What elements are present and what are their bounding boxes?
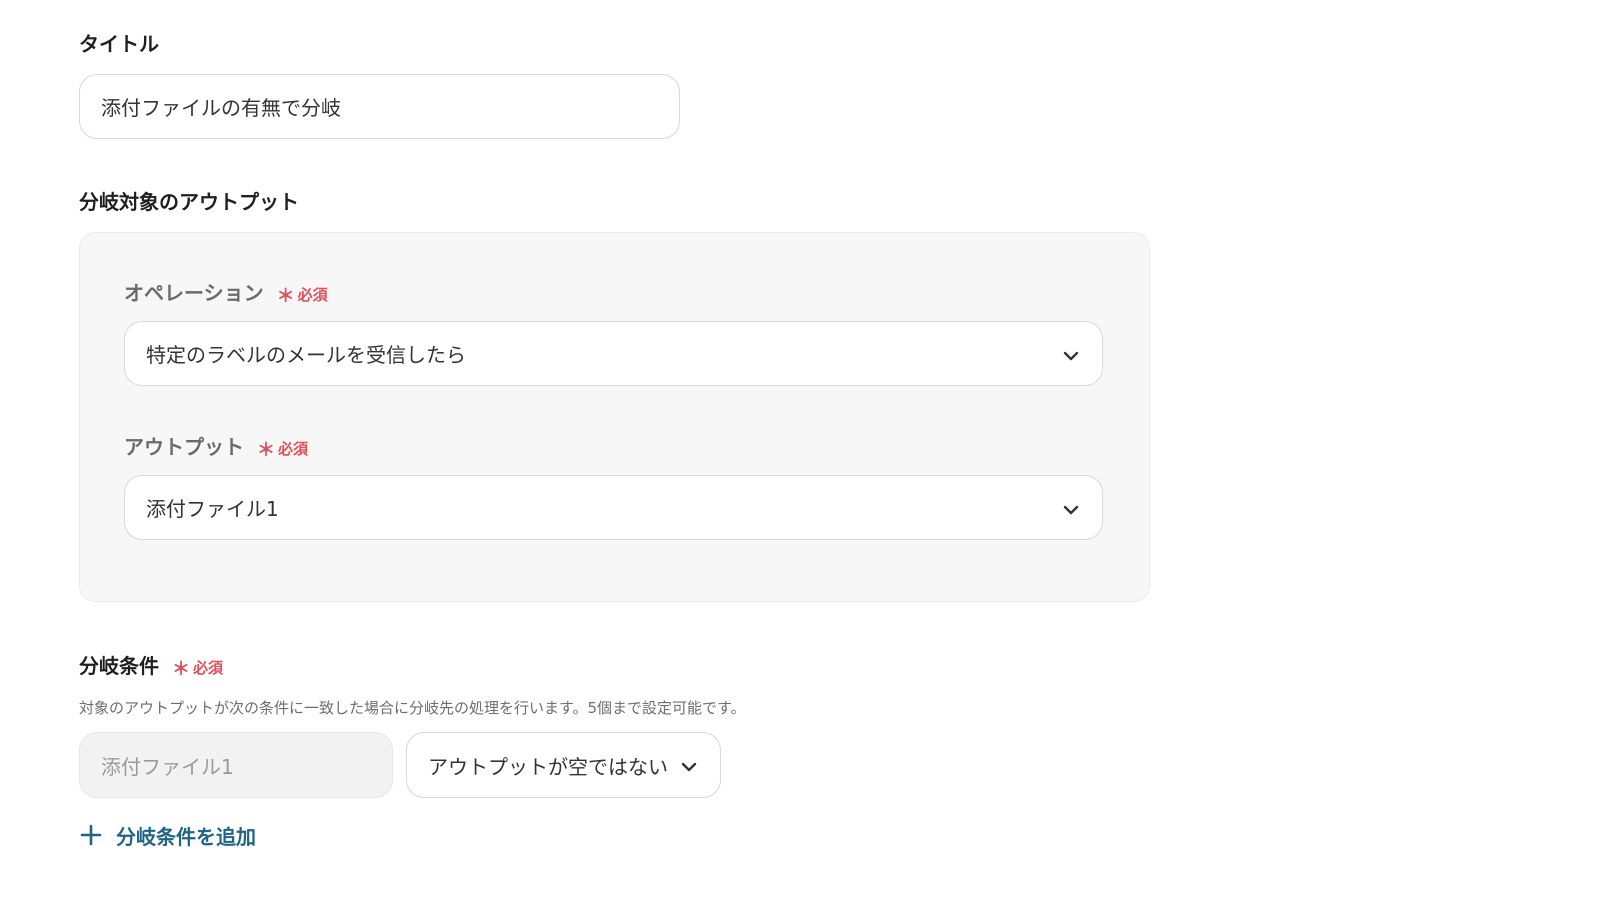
- branch-conditions-description: 対象のアウトプットが次の条件に一致した場合に分岐先の処理を行います。5個まで設定…: [79, 699, 746, 717]
- title-input[interactable]: 添付ファイルの有無で分岐: [79, 74, 680, 139]
- branch-target-label: 分岐対象のアウトプット: [79, 190, 299, 214]
- required-asterisk-icon: ＊: [276, 285, 295, 307]
- output-select[interactable]: 添付ファイル1: [124, 475, 1103, 540]
- add-branch-condition-label: 分岐条件を追加: [116, 824, 256, 849]
- chevron-down-icon: [1063, 351, 1079, 360]
- title-input-value: 添付ファイルの有無で分岐: [101, 96, 341, 120]
- condition-operator-value: アウトプットが空ではない: [428, 754, 668, 779]
- required-asterisk-icon: ＊: [171, 658, 190, 680]
- required-text: 必須: [297, 285, 328, 304]
- output-label: アウトプット ＊必須: [124, 435, 308, 461]
- operation-label: オペレーション ＊必須: [124, 281, 328, 307]
- condition-field-value: 添付ファイル1: [101, 754, 234, 779]
- operation-select-value: 特定のラベルのメールを受信したら: [146, 343, 466, 367]
- required-text: 必須: [277, 439, 308, 458]
- required-badge: ＊必須: [277, 283, 328, 307]
- add-branch-condition-button[interactable]: 分岐条件を追加: [80, 818, 256, 852]
- condition-operator-select[interactable]: アウトプットが空ではない: [406, 732, 721, 798]
- required-badge: ＊必須: [257, 437, 308, 461]
- output-select-value: 添付ファイル1: [146, 497, 279, 521]
- branch-conditions-label: 分岐条件 ＊必須: [79, 654, 223, 680]
- operation-select[interactable]: 特定のラベルのメールを受信したら: [124, 321, 1103, 386]
- branch-conditions-label-text: 分岐条件: [79, 654, 159, 678]
- output-label-text: アウトプット: [124, 435, 244, 459]
- required-badge: ＊必須: [172, 656, 223, 680]
- plus-icon: [80, 824, 102, 846]
- chevron-down-icon: [1063, 505, 1079, 514]
- required-text: 必須: [192, 658, 223, 677]
- title-label: タイトル: [79, 32, 159, 56]
- condition-field-input: 添付ファイル1: [79, 732, 393, 798]
- form-page: タイトル 添付ファイルの有無で分岐 分岐対象のアウトプット オペレーション ＊必…: [0, 0, 1600, 909]
- required-asterisk-icon: ＊: [256, 439, 275, 461]
- chevron-down-icon: [681, 762, 697, 772]
- operation-label-text: オペレーション: [124, 281, 264, 305]
